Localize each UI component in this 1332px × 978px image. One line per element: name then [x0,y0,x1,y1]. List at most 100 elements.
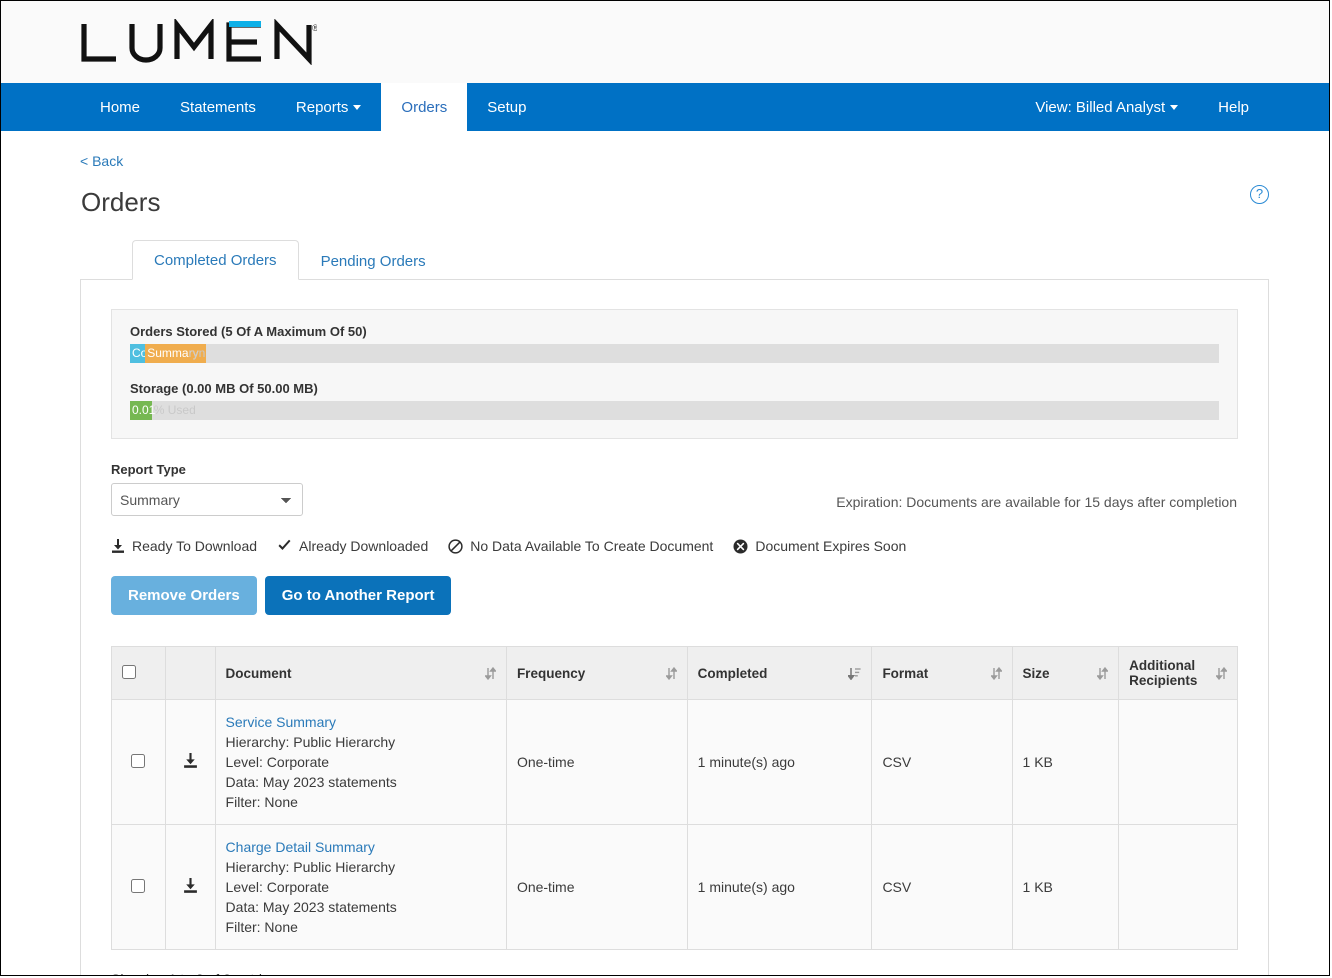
ban-icon [448,538,463,554]
row-completed-cell: 1 minute(s) ago [686,824,873,950]
action-buttons: Remove Orders Go to Another Report [111,576,1238,615]
nav-item-view-selector[interactable]: View: Billed Analyst [1015,83,1198,131]
legend-ready-to-download: Ready To Download [111,538,257,554]
svg-text:®: ® [312,23,317,33]
sort-both-icon [484,666,496,680]
nav-item-home[interactable]: Home [80,83,160,131]
th-document[interactable]: Document [214,646,507,700]
row-download-cell [164,699,216,825]
nav-item-statements[interactable]: Statements [160,83,276,131]
nav-item-orders[interactable]: Orders [381,83,468,131]
table-header-row: Document Frequency Completed Format Size… [111,646,1238,700]
report-type-select[interactable]: Summary Detail All [111,483,303,516]
sort-both-icon [665,666,677,680]
storage-progress: 0.01 % Used [130,401,1219,420]
logo-bar: ® [1,1,1329,83]
sort-both-icon [990,666,1002,680]
storage-label: Storage (0.00 MB Of 50.00 MB) [130,381,318,396]
quota-box: Orders Stored (5 Of A Maximum Of 50) Cos… [111,309,1238,439]
row-additional-recipients-cell [1118,824,1238,950]
nav-item-label: Help [1218,98,1249,116]
th-frequency[interactable]: Frequency [505,646,688,700]
tab-pending-orders[interactable]: Pending Orders [299,241,448,280]
nav-item-help[interactable]: Help [1198,83,1269,131]
nav-item-label: Reports [295,98,349,116]
expiration-note: Expiration: Documents are available for … [836,494,1237,510]
th-label: Additional Recipients [1129,658,1198,688]
nav-item-label: Setup [487,98,527,116]
th-label: Frequency [516,665,586,681]
orders-progress-overflow-label: ryn [187,344,206,363]
page-content: < Back Orders ? Completed Orders Pending… [1,131,1329,975]
report-type-label: Report Type [111,462,186,477]
orders-table: Document Frequency Completed Format Size… [111,646,1238,950]
th-additional-recipients[interactable]: Additional Recipients [1118,646,1238,700]
orders-progress-segment-cost: Cos [130,344,153,363]
row-size-cell: 1 KB [1011,824,1120,950]
row-format-cell: CSV [871,699,1013,825]
document-data: Data: May 2023 statements [225,774,397,790]
tab-bar: Completed Orders Pending Orders [132,239,1329,280]
document-data: Data: May 2023 statements [225,899,397,915]
nav-right-group: View: Billed Analyst Help [1015,83,1329,131]
chevron-down-icon [1170,104,1179,110]
go-to-another-report-button[interactable]: Go to Another Report [264,576,452,615]
document-link[interactable]: Charge Detail Summary [226,837,496,857]
report-type-group: Report Type Summary Detail All [111,462,303,516]
download-icon[interactable] [183,752,198,769]
lumen-logo-mark: ® [81,19,317,65]
nav-left-group: Home Statements Reports Orders Setup [80,83,546,131]
th-label: Format [882,665,929,681]
legend-label: Document Expires Soon [755,538,907,554]
row-document-cell: Charge Detail Summary Hierarchy: Public … [214,824,507,950]
storage-progress-suffix: % Used [153,403,196,417]
document-filter: Filter: None [225,794,298,810]
row-checkbox[interactable] [131,878,146,893]
nav-item-setup[interactable]: Setup [467,83,546,131]
sort-both-icon [1097,666,1109,680]
app-window: ® Home Statements Reports Orders Setup V… [0,0,1330,976]
completed-orders-panel: Orders Stored (5 Of A Maximum Of 50) Cos… [80,279,1269,975]
row-download-cell [164,824,216,950]
orders-stored-label: Orders Stored (5 Of A Maximum Of 50) [130,324,367,339]
document-link[interactable]: Service Summary [226,712,496,732]
row-frequency-cell: One-time [505,699,688,825]
main-navigation: Home Statements Reports Orders Setup Vie… [1,83,1329,131]
tab-completed-orders[interactable]: Completed Orders [132,240,299,280]
th-size[interactable]: Size [1011,646,1120,700]
document-hierarchy: Hierarchy: Public Hierarchy [225,734,396,750]
help-circle-icon[interactable]: ? [1250,185,1269,204]
download-icon[interactable] [183,877,198,894]
page-title: Orders [81,187,161,217]
nav-item-label: Home [100,98,141,116]
legend-already-downloaded: Already Downloaded [277,538,428,554]
th-completed[interactable]: Completed [686,646,873,700]
back-link[interactable]: < Back [80,153,123,169]
th-format[interactable]: Format [871,646,1013,700]
row-additional-recipients-cell [1118,699,1238,825]
legend-label: Already Downloaded [299,538,429,554]
orders-stored-progress: Cos Summary ryn [130,344,1219,363]
report-type-row: Report Type Summary Detail All Expiratio… [111,462,1238,516]
row-checkbox[interactable] [131,753,146,768]
lumen-logo[interactable]: ® [80,19,317,65]
row-completed-cell: 1 minute(s) ago [686,699,873,825]
legend-no-data-available: No Data Available To Create Document [448,538,713,554]
nav-item-reports[interactable]: Reports [276,83,382,131]
sort-both-icon [1216,666,1227,680]
check-icon [278,539,291,550]
document-level: Level: Corporate [225,754,330,770]
row-select-cell [111,699,166,825]
select-all-checkbox[interactable] [122,664,136,679]
remove-orders-button[interactable]: Remove Orders [111,576,257,615]
legend-document-expires-soon: Document Expires Soon [733,538,906,554]
th-label: Document [225,665,292,681]
row-document-cell: Service Summary Hierarchy: Public Hierar… [214,699,507,825]
table-entries-summary: Showing 1 to 2 of 2 entries [111,971,1268,975]
table-row: Service Summary Hierarchy: Public Hierar… [111,699,1238,825]
row-format-cell: CSV [871,824,1013,950]
table-row: Charge Detail Summary Hierarchy: Public … [111,824,1238,950]
row-size-cell: 1 KB [1011,699,1120,825]
th-label: Size [1022,665,1050,681]
lumen-accent-bar [229,21,261,27]
